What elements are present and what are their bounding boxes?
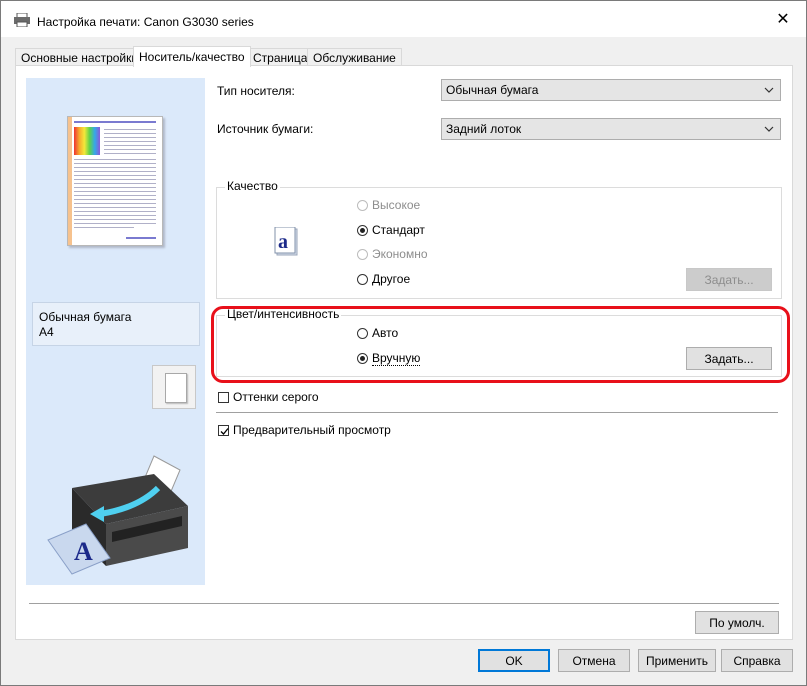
- quality-standard-radio[interactable]: Стандарт: [357, 223, 425, 237]
- quality-economy-radio[interactable]: Экономно: [357, 247, 428, 261]
- quality-set-button[interactable]: Задать...: [686, 268, 772, 291]
- printer-illustration-icon: A: [47, 455, 188, 575]
- media-type-value: Обычная бумага: [446, 83, 539, 97]
- media-type-dropdown[interactable]: Обычная бумага: [441, 79, 781, 101]
- paper-source-dropdown[interactable]: Задний лоток: [441, 118, 781, 140]
- quality-group-title: Качество: [225, 179, 280, 193]
- svg-text:a: a: [278, 231, 288, 253]
- svg-text:A: A: [74, 537, 93, 566]
- cancel-button[interactable]: Отмена: [558, 649, 630, 672]
- quality-custom-radio[interactable]: Другое: [357, 272, 410, 286]
- tab-page[interactable]: Страница: [247, 48, 314, 66]
- color-intensity-group-title: Цвет/интенсивность: [225, 307, 342, 321]
- tab-media-quality[interactable]: Носитель/качество: [133, 46, 251, 67]
- title-bar: Настройка печати: Canon G3030 series ✕: [1, 1, 806, 37]
- ok-button[interactable]: OK: [478, 649, 550, 672]
- paper-sheet-icon: [165, 373, 187, 403]
- quality-icon: a: [274, 227, 298, 256]
- media-type-label: Тип носителя:: [217, 84, 295, 98]
- orientation-preview: [152, 365, 196, 409]
- chevron-down-icon: [764, 126, 774, 132]
- separator: [216, 412, 778, 413]
- chevron-down-icon: [764, 87, 774, 93]
- color-manual-radio[interactable]: Вручную: [357, 351, 421, 366]
- media-info-box: Обычная бумага A4: [32, 302, 200, 346]
- close-icon: ✕: [776, 11, 790, 28]
- tab-maintenance[interactable]: Обслуживание: [307, 48, 402, 66]
- paper-source-value: Задний лоток: [446, 122, 522, 136]
- media-name-text: Обычная бумага: [39, 310, 132, 324]
- checkmark-icon: [220, 427, 229, 435]
- preview-checkbox[interactable]: Предварительный просмотр: [218, 423, 391, 437]
- paper-source-label: Источник бумаги:: [217, 122, 314, 136]
- color-sample: [74, 127, 100, 155]
- defaults-button[interactable]: По умолч.: [695, 611, 779, 634]
- help-button[interactable]: Справка: [721, 649, 793, 672]
- print-settings-window: Настройка печати: Canon G3030 series ✕ О…: [0, 0, 807, 686]
- page-preview: [67, 116, 163, 246]
- printer-icon: [14, 13, 30, 27]
- quality-high-radio[interactable]: Высокое: [357, 198, 420, 212]
- tab-basic-settings[interactable]: Основные настройки: [15, 48, 145, 66]
- window-title: Настройка печати: Canon G3030 series: [37, 15, 254, 29]
- close-button[interactable]: ✕: [760, 1, 806, 37]
- apply-button[interactable]: Применить: [638, 649, 716, 672]
- paper-size-text: A4: [39, 325, 54, 339]
- bottom-separator: [29, 603, 779, 604]
- media-quality-panel: A Обычная бумага A4 Тип носителя: Обычна…: [15, 65, 793, 640]
- grayscale-checkbox[interactable]: Оттенки серого: [218, 390, 319, 404]
- color-set-button[interactable]: Задать...: [686, 347, 772, 370]
- color-auto-radio[interactable]: Авто: [357, 326, 398, 340]
